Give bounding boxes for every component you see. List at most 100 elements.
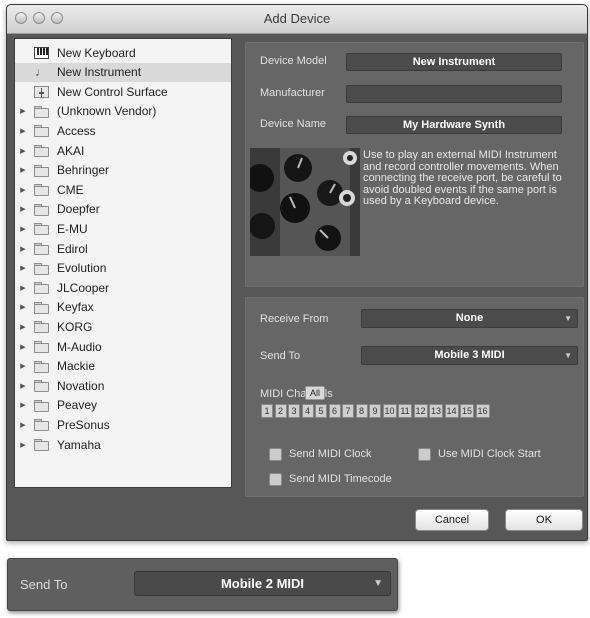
device-list-item-label: (Unknown Vendor) bbox=[57, 104, 157, 119]
disclosure-triangle-icon[interactable]: ▶ bbox=[18, 107, 28, 115]
device-list-item[interactable]: ▶ M-Audio bbox=[15, 337, 231, 356]
title-bar: Add Device bbox=[7, 5, 587, 34]
device-list-item[interactable]: New Control Surface bbox=[15, 82, 231, 101]
device-list-item[interactable]: ▶ Yamaha bbox=[15, 435, 231, 454]
device-list-item-label: Evolution bbox=[57, 261, 107, 276]
midi-channel-button[interactable]: 15 bbox=[460, 404, 474, 418]
midi-channel-button[interactable]: 13 bbox=[429, 404, 443, 418]
callout-send-to-dropdown[interactable]: Mobile 2 MIDI ▼ bbox=[134, 571, 391, 596]
send-to-label: Send To bbox=[260, 350, 301, 362]
folder-icon bbox=[32, 144, 50, 157]
midi-channel-button[interactable]: 5 bbox=[315, 404, 327, 418]
device-list-item-label: AKAI bbox=[57, 143, 85, 158]
folder-icon bbox=[32, 438, 50, 451]
send-to-dropdown[interactable]: Mobile 3 MIDI ▼ bbox=[361, 346, 578, 365]
folder-icon bbox=[32, 301, 50, 314]
device-list-item-label: Keyfax bbox=[57, 300, 94, 315]
device-list-item[interactable]: ▶ Keyfax bbox=[15, 298, 231, 317]
device-list-item[interactable]: ▶ Doepfer bbox=[15, 200, 231, 219]
device-list-item[interactable]: ▶ Novation bbox=[15, 376, 231, 395]
device-list-item-label: New Control Surface bbox=[57, 84, 168, 99]
callout-send-to-label: Send To bbox=[20, 577, 68, 592]
manufacturer-label: Manufacturer bbox=[260, 87, 325, 99]
all-channels-button[interactable]: All bbox=[305, 386, 325, 400]
midi-channel-button[interactable]: 10 bbox=[382, 404, 397, 418]
device-name-field[interactable]: My Hardware Synth bbox=[346, 116, 562, 134]
device-list-item-label: E-MU bbox=[57, 221, 88, 236]
disclosure-triangle-icon[interactable]: ▶ bbox=[18, 401, 28, 409]
device-list-item[interactable]: ▶ AKAI bbox=[15, 141, 231, 160]
use-midi-clock-start-label: Use MIDI Clock Start bbox=[438, 448, 541, 460]
folder-icon bbox=[32, 281, 50, 295]
device-list-item-label: KORG bbox=[57, 319, 93, 334]
cancel-button[interactable]: Cancel bbox=[415, 509, 489, 531]
device-list-item[interactable]: ▶ PreSonus bbox=[15, 415, 231, 434]
disclosure-triangle-icon[interactable]: ▶ bbox=[18, 245, 28, 253]
use-midi-clock-start-checkbox[interactable] bbox=[418, 448, 431, 461]
manufacturer-field[interactable] bbox=[346, 85, 562, 103]
midi-channel-button[interactable]: 4 bbox=[301, 404, 314, 418]
device-list-item-label: CME bbox=[57, 182, 84, 197]
device-list-item[interactable]: ▶ CME bbox=[15, 180, 231, 199]
device-list-item[interactable]: ▶ KORG bbox=[15, 317, 231, 336]
device-list-item-label: Peavey bbox=[57, 398, 98, 413]
device-description: Use to play an external MIDI Instrument … bbox=[363, 149, 562, 207]
midi-channel-button[interactable]: 1 bbox=[261, 404, 273, 418]
midi-channel-button[interactable]: 11 bbox=[398, 404, 412, 418]
instrument-icon: ♩ bbox=[35, 65, 47, 80]
device-list-item[interactable]: ▶ Behringer bbox=[15, 161, 231, 180]
device-list-item[interactable]: ▶ Mackie bbox=[15, 357, 231, 376]
receive-from-dropdown[interactable]: None ▼ bbox=[361, 309, 578, 328]
midi-channel-button[interactable]: 7 bbox=[342, 404, 354, 418]
device-list-item[interactable]: ▶ (Unknown Vendor) bbox=[15, 102, 231, 121]
disclosure-triangle-icon[interactable]: ▶ bbox=[18, 303, 28, 311]
disclosure-triangle-icon[interactable]: ▶ bbox=[18, 382, 28, 390]
midi-channel-button[interactable]: 6 bbox=[328, 404, 341, 418]
ok-button[interactable]: OK bbox=[505, 509, 583, 531]
disclosure-triangle-icon[interactable]: ▶ bbox=[18, 343, 28, 351]
midi-channel-button[interactable]: 16 bbox=[475, 404, 490, 418]
disclosure-triangle-icon[interactable]: ▶ bbox=[18, 147, 28, 155]
device-list-item[interactable]: ▶ JLCooper bbox=[15, 278, 231, 297]
device-list-item-label: Novation bbox=[57, 378, 105, 393]
device-list-item[interactable]: ▶ Evolution bbox=[15, 259, 231, 278]
folder-icon bbox=[32, 124, 50, 138]
midi-channel-button[interactable]: 12 bbox=[413, 404, 428, 418]
disclosure-triangle-icon[interactable]: ▶ bbox=[18, 441, 28, 449]
midi-channel-button[interactable]: 8 bbox=[355, 404, 368, 418]
device-list-item-label: Edirol bbox=[57, 241, 88, 256]
device-list-item[interactable]: New Keyboard bbox=[15, 43, 231, 62]
send-midi-timecode-checkbox[interactable] bbox=[269, 473, 282, 486]
device-list-item[interactable]: ▶ Edirol bbox=[15, 239, 231, 258]
disclosure-triangle-icon[interactable]: ▶ bbox=[18, 127, 28, 135]
device-list-item[interactable]: ♩ New Instrument bbox=[15, 62, 231, 82]
disclosure-triangle-icon[interactable]: ▶ bbox=[18, 323, 28, 331]
device-list-item-label: Access bbox=[57, 123, 96, 138]
midi-channel-button[interactable]: 2 bbox=[274, 404, 287, 418]
send-midi-clock-checkbox[interactable] bbox=[269, 448, 282, 461]
midi-channel-button[interactable]: 3 bbox=[288, 404, 300, 418]
receive-from-label: Receive From bbox=[260, 313, 329, 325]
device-list-item[interactable]: ▶ Peavey bbox=[15, 396, 231, 415]
disclosure-triangle-icon[interactable]: ▶ bbox=[18, 186, 28, 194]
folder-icon bbox=[32, 418, 50, 432]
midi-channel-button[interactable]: 9 bbox=[369, 404, 381, 418]
midi-channel-button[interactable]: 14 bbox=[444, 404, 459, 418]
device-model-field[interactable]: New Instrument bbox=[346, 53, 562, 71]
device-name-label: Device Name bbox=[260, 118, 327, 130]
folder-icon bbox=[32, 222, 50, 236]
disclosure-triangle-icon[interactable]: ▶ bbox=[18, 166, 28, 174]
disclosure-triangle-icon[interactable]: ▶ bbox=[18, 264, 28, 272]
folder-icon bbox=[32, 164, 50, 177]
disclosure-triangle-icon[interactable]: ▶ bbox=[18, 421, 28, 429]
disclosure-triangle-icon[interactable]: ▶ bbox=[18, 362, 28, 370]
disclosure-triangle-icon[interactable]: ▶ bbox=[18, 205, 28, 213]
disclosure-triangle-icon[interactable]: ▶ bbox=[18, 284, 28, 292]
device-list-item[interactable]: ▶ Access bbox=[15, 121, 231, 140]
device-list-item[interactable]: ▶ E-MU bbox=[15, 219, 231, 238]
keyboard-icon bbox=[32, 46, 50, 59]
folder-icon bbox=[32, 203, 50, 216]
synth-knobs-image bbox=[250, 148, 360, 256]
send-midi-clock-label: Send MIDI Clock bbox=[289, 448, 372, 460]
disclosure-triangle-icon[interactable]: ▶ bbox=[18, 225, 28, 233]
